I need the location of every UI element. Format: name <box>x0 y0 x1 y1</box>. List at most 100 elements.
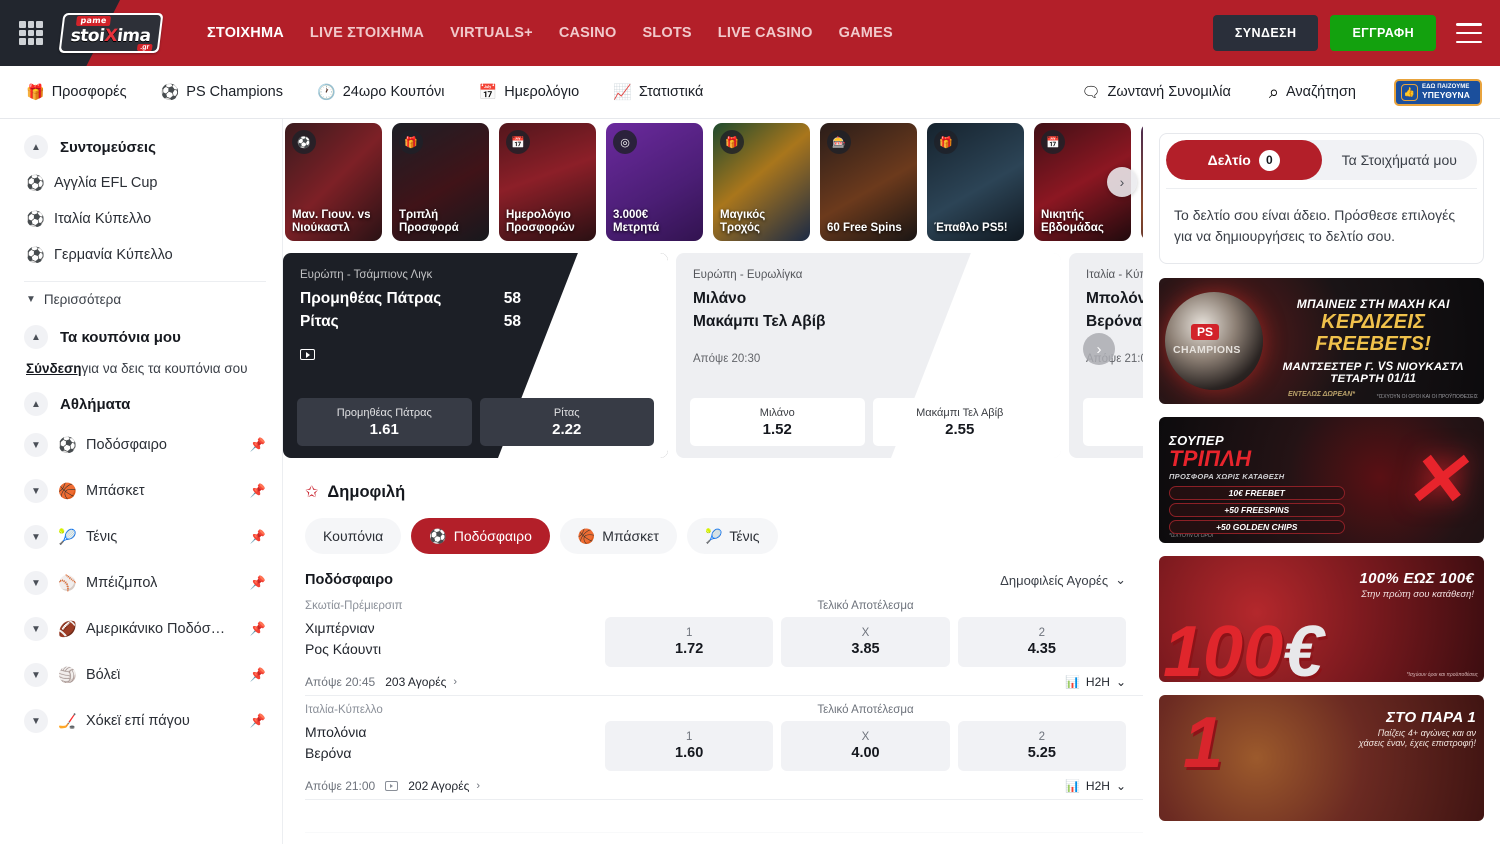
odd-button-2[interactable]: 2 5.25 <box>958 721 1126 771</box>
pin-icon[interactable]: 📌 <box>250 575 266 591</box>
chevron-right-icon[interactable]: › <box>476 780 480 792</box>
markets-selector[interactable]: Δημοφιλείς Αγορές ⌄ <box>1000 572 1126 588</box>
match-row[interactable]: Ιταλία-Κύπελλο Μπολόνια Βερόνα Τελικό Απ… <box>305 696 1143 800</box>
subnav-item-ps-champions[interactable]: ⚽ PS Champions <box>161 84 283 100</box>
promo-card[interactable]: 🎁 ΤριπλήΠροσφορά <box>392 123 489 241</box>
promo-label: 60 Free Spins <box>820 222 917 236</box>
register-button[interactable]: ΕΓΓΡΑΦΗ <box>1330 15 1436 51</box>
match-row[interactable]: Σκωτία-Πρέμιερσιπ Χιμπέρνιαν Ρος Κάουντι… <box>305 592 1143 696</box>
promo-next-arrow[interactable]: › <box>1107 167 1137 197</box>
hamburger-menu-icon[interactable] <box>1456 23 1482 43</box>
nav-item-games[interactable]: GAMES <box>839 25 893 41</box>
sidebar-item-germany-cup[interactable]: ⚽ Γερμανία Κύπελλο <box>24 237 266 273</box>
promo-card[interactable]: ⚽ Μαν. Γιουν. vsΝιούκαστλ <box>285 123 382 241</box>
nav-item-live-stoixima[interactable]: LIVE ΣΤΟΙΧΗΜΑ <box>310 25 424 41</box>
live-stream-icon[interactable] <box>385 781 398 791</box>
pin-icon[interactable]: 📌 <box>250 667 266 683</box>
promo-card[interactable]: 🎁 ΜαγικόςΤροχός <box>713 123 810 241</box>
nav-item-virtuals[interactable]: VIRTUALS+ <box>450 25 533 41</box>
chevron-down-icon[interactable]: ▼ <box>24 663 48 687</box>
subnav-item-calendar[interactable]: 📅 Ημερολόγιο <box>479 84 580 100</box>
sto-para-1-banner[interactable]: 1 ΣΤΟ ΠΑΡΑ 1 Παίζεις 4+ αγώνες και αν χά… <box>1159 695 1484 821</box>
chevron-down-icon[interactable]: ▼ <box>24 479 48 503</box>
nav-item-slots[interactable]: SLOTS <box>642 25 691 41</box>
tab-my-bets[interactable]: Τα Στοιχήματά μου <box>1322 140 1478 180</box>
search-button[interactable]: ⌕ Αναζήτηση <box>1269 83 1356 101</box>
promo-card[interactable]: ◎ 3.000€Μετρητά <box>606 123 703 241</box>
promo-card[interactable]: 🎁 Έπαθλο PS5! <box>927 123 1024 241</box>
tab-football[interactable]: ⚽ Ποδόσφαιρο <box>411 518 550 554</box>
thumbs-up-icon: 👍 <box>1401 84 1418 101</box>
match-markets-count[interactable]: 202 Αγορές <box>408 779 469 793</box>
sidebar-item-italy-cup[interactable]: ⚽ Ιταλία Κύπελλο <box>24 201 266 237</box>
responsible-gaming-badge[interactable]: 👍 ΕΔΩ ΠΑΙΖΟΥΜΕ ΥΠΕΥΘΥΝΑ <box>1394 79 1482 106</box>
odd-button-2[interactable]: 2 4.35 <box>958 617 1126 667</box>
odd-button[interactable]: 1 1.6 <box>1083 398 1143 446</box>
chevron-down-icon[interactable]: ▼ <box>24 433 48 457</box>
odd-button-1[interactable]: 1 1.60 <box>605 721 773 771</box>
tab-tennis[interactable]: 🎾 Τένις <box>687 518 778 554</box>
promo-card[interactable]: 🎰 PragmaticBuy Bonus <box>1141 123 1143 241</box>
chevron-down-icon[interactable]: ▼ <box>24 617 48 641</box>
sidebar-sport-basketball[interactable]: ▼ 🏀 Μπάσκετ 📌 <box>24 468 266 514</box>
nav-item-casino[interactable]: CASINO <box>559 25 617 41</box>
live-chat-button[interactable]: 🗨 Ζωντανή Συνομιλία <box>1081 84 1230 100</box>
featured-next-arrow[interactable]: › <box>1083 333 1115 365</box>
sidebar-sport-american-football[interactable]: ▼ 🏈 Αμερικάνικο Ποδόσ… 📌 <box>24 606 266 652</box>
promotions-carousel: ⚽ Μαν. Γιουν. vsΝιούκαστλ 🎁 ΤριπλήΠροσφο… <box>283 119 1143 245</box>
featured-league: Ευρώπη - Ευρωλίγκα <box>693 269 1044 281</box>
sidebar-login-link[interactable]: Σύνδεση <box>26 361 82 376</box>
subnav-item-24h-coupon[interactable]: 🕐 24ωρο Κουπόνι <box>317 84 445 100</box>
login-button[interactable]: ΣΥΝΔΕΣΗ <box>1213 15 1319 51</box>
odd-button[interactable]: Μιλάνο 1.52 <box>690 398 865 446</box>
featured-match-card[interactable]: Ευρώπη - Ευρωλίγκα Μιλάνο Μακάμπι Τελ Αβ… <box>676 253 1061 458</box>
chevron-down-icon[interactable]: ▼ <box>24 571 48 595</box>
subnav-item-statistics[interactable]: 📈 Στατιστικά <box>613 84 703 100</box>
pin-icon[interactable]: 📌 <box>250 621 266 637</box>
pin-icon[interactable]: 📌 <box>250 529 266 545</box>
site-logo[interactable]: pame stoiXima .gr <box>59 11 163 55</box>
tab-coupons[interactable]: Κουπόνια <box>305 518 401 554</box>
chevron-right-icon[interactable]: › <box>453 676 457 688</box>
sidebar-sport-tennis[interactable]: ▼ 🎾 Τένις 📌 <box>24 514 266 560</box>
odd-button[interactable]: Ρίτας 2.22 <box>480 398 655 446</box>
sidebar-sport-football[interactable]: ▼ ⚽ Ποδόσφαιρο 📌 <box>24 422 266 468</box>
ps-champions-banner[interactable]: PS CHAMPIONS ΜΠΑΙΝΕΙΣ ΣΤΗ ΜΑΧΗ ΚΑΙ ΚΕΡΔΙ… <box>1159 278 1484 404</box>
live-stream-icon[interactable] <box>300 349 315 360</box>
welcome-bonus-banner[interactable]: 100€ 100% ΕΩΣ 100€ Στην πρώτη σου κατάθε… <box>1159 556 1484 682</box>
sidebar-item-efl-cup[interactable]: ⚽ Αγγλία EFL Cup <box>24 165 266 201</box>
apps-grid-icon[interactable] <box>19 21 43 45</box>
match-row-partial[interactable] <box>305 800 1143 833</box>
sidebar-sport-ice-hockey[interactable]: ▼ 🏒 Χόκεϊ επί πάγου 📌 <box>24 698 266 744</box>
banner-chip: +50 FREESPINS <box>1169 503 1345 517</box>
odd-button-x[interactable]: X 4.00 <box>781 721 949 771</box>
sidebar-sport-volleyball[interactable]: ▼ 🏐 Βόλεϊ 📌 <box>24 652 266 698</box>
match-markets-count[interactable]: 203 Αγορές <box>385 675 446 689</box>
featured-match-card[interactable]: Ευρώπη - Τσάμπιονς Λιγκ Προμηθέας Πάτρας… <box>283 253 668 458</box>
h2h-button[interactable]: 📊 H2H ⌄ <box>1065 779 1126 793</box>
odd-button-x[interactable]: X 3.85 <box>781 617 949 667</box>
sidebar-more-button[interactable]: ▼ Περισσότερα <box>24 281 266 313</box>
sidebar-sport-baseball[interactable]: ▼ ⚾ Μπέιζμπολ 📌 <box>24 560 266 606</box>
odd-button-1[interactable]: 1 1.72 <box>605 617 773 667</box>
sidebar-section-sports[interactable]: ▲ Αθλήματα <box>24 392 266 416</box>
nav-item-stoixima[interactable]: ΣΤΟΙΧΗΜΑ <box>207 25 284 41</box>
pin-icon[interactable]: 📌 <box>250 437 266 453</box>
promo-card[interactable]: 🎰 60 Free Spins <box>820 123 917 241</box>
nav-item-live-casino[interactable]: LIVE CASINO <box>718 25 813 41</box>
promo-label: ΝικητήςΕβδομάδας <box>1034 209 1131 236</box>
subnav-item-offers[interactable]: 🎁 Προσφορές <box>26 84 127 100</box>
super-tripli-banner[interactable]: ✕ ΣΟΥΠΕΡ ΤΡΙΠΛΗ ΠΡΟΣΦΟΡΑ ΧΩΡΙΣ ΚΑΤΑΘΕΣΗ … <box>1159 417 1484 543</box>
chevron-down-icon[interactable]: ▼ <box>24 709 48 733</box>
sidebar-section-my-coupons[interactable]: ▲ Τα κουπόνια μου <box>24 325 266 349</box>
chevron-down-icon[interactable]: ▼ <box>24 525 48 549</box>
odd-button[interactable]: Μακάμπι Τελ Αβίβ 2.55 <box>873 398 1048 446</box>
h2h-button[interactable]: 📊 H2H ⌄ <box>1065 675 1126 689</box>
odd-button[interactable]: Προμηθέας Πάτρας 1.61 <box>297 398 472 446</box>
promo-card[interactable]: 📅 ΗμερολόγιοΠροσφορών <box>499 123 596 241</box>
tab-betslip[interactable]: Δελτίο 0 <box>1166 140 1322 180</box>
sidebar-section-shortcuts[interactable]: ▲ Συντομεύσεις <box>24 135 266 159</box>
pin-icon[interactable]: 📌 <box>250 483 266 499</box>
tab-basketball[interactable]: 🏀 Μπάσκετ <box>560 518 677 554</box>
pin-icon[interactable]: 📌 <box>250 713 266 729</box>
